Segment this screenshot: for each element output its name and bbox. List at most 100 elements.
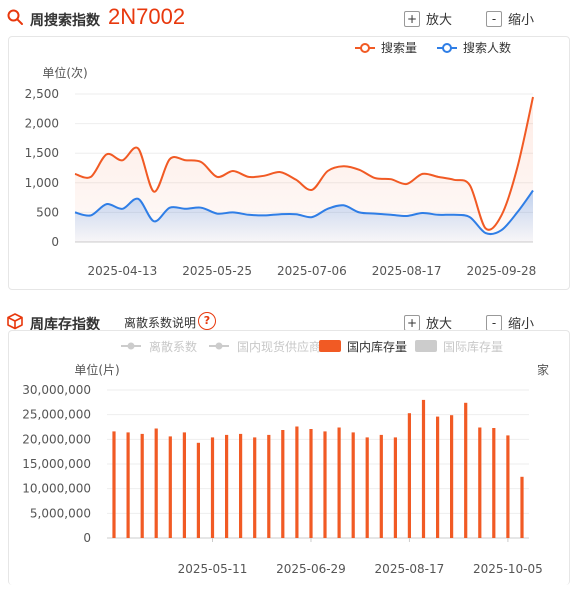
data-point[interactable] xyxy=(290,174,302,186)
data-point[interactable] xyxy=(385,209,397,221)
data-point[interactable] xyxy=(148,186,160,198)
data-point[interactable] xyxy=(464,179,476,191)
data-point[interactable] xyxy=(464,211,476,223)
data-point[interactable] xyxy=(274,166,286,178)
data-point[interactable] xyxy=(259,209,271,221)
data-point[interactable] xyxy=(132,142,144,154)
bar[interactable] xyxy=(253,437,257,538)
data-point[interactable] xyxy=(448,174,460,186)
bar[interactable] xyxy=(323,431,327,538)
legend-item[interactable]: 离散系数 xyxy=(121,339,197,354)
bar[interactable] xyxy=(295,426,299,539)
zoom-in-button[interactable]: + 放大 xyxy=(404,312,452,332)
data-point[interactable] xyxy=(527,184,539,196)
bar[interactable] xyxy=(337,427,341,539)
data-point[interactable] xyxy=(353,164,365,176)
data-point[interactable] xyxy=(401,210,413,222)
bar[interactable] xyxy=(267,434,271,538)
data-point[interactable] xyxy=(227,206,239,218)
data-point[interactable] xyxy=(369,172,381,184)
bar[interactable] xyxy=(126,432,130,538)
data-point[interactable] xyxy=(337,160,349,172)
data-point[interactable] xyxy=(164,202,176,214)
data-point[interactable] xyxy=(480,227,492,239)
bar[interactable] xyxy=(393,437,397,538)
data-point[interactable] xyxy=(511,162,523,174)
data-point[interactable] xyxy=(164,153,176,165)
bar[interactable] xyxy=(421,399,426,538)
bar[interactable] xyxy=(239,433,243,538)
data-point[interactable] xyxy=(180,203,192,215)
data-point[interactable] xyxy=(132,193,144,205)
data-point[interactable] xyxy=(448,209,460,221)
data-point[interactable] xyxy=(432,171,444,183)
data-point[interactable] xyxy=(101,198,113,210)
data-point[interactable] xyxy=(211,208,223,220)
bar[interactable] xyxy=(225,434,229,538)
data-point[interactable] xyxy=(495,224,507,236)
data-point[interactable] xyxy=(195,156,207,168)
bar[interactable] xyxy=(492,428,496,538)
data-point[interactable] xyxy=(369,208,381,220)
data-point[interactable] xyxy=(322,165,334,177)
bar[interactable] xyxy=(140,433,144,538)
data-point[interactable] xyxy=(227,165,239,177)
bar[interactable] xyxy=(112,431,116,538)
data-point[interactable] xyxy=(385,173,397,185)
data-point[interactable] xyxy=(116,154,128,166)
bar[interactable] xyxy=(196,442,200,538)
legend-item[interactable]: 国内库存量 xyxy=(319,339,407,354)
data-point[interactable] xyxy=(416,207,428,219)
data-point[interactable] xyxy=(180,154,192,166)
data-point[interactable] xyxy=(401,178,413,190)
bar[interactable] xyxy=(168,436,172,538)
data-point[interactable] xyxy=(195,202,207,214)
data-point[interactable] xyxy=(85,209,97,221)
zoom-in-button[interactable]: + 放大 xyxy=(404,8,452,28)
data-point[interactable] xyxy=(69,206,81,218)
data-point[interactable] xyxy=(274,208,286,220)
bar[interactable] xyxy=(182,432,186,538)
bar[interactable] xyxy=(210,437,215,538)
data-point[interactable] xyxy=(416,168,428,180)
bar[interactable] xyxy=(379,434,383,538)
bar[interactable] xyxy=(154,428,158,539)
data-point[interactable] xyxy=(495,209,507,221)
bar[interactable] xyxy=(365,437,369,538)
legend-item[interactable]: 国内现货供应商 xyxy=(209,339,321,354)
data-point[interactable] xyxy=(432,209,444,221)
bar[interactable] xyxy=(309,429,313,538)
help-icon[interactable]: ? xyxy=(198,312,216,330)
data-point[interactable] xyxy=(527,91,539,103)
data-point[interactable] xyxy=(101,148,113,160)
data-point[interactable] xyxy=(353,206,365,218)
legend-item[interactable]: 搜索量 xyxy=(355,40,417,55)
bar[interactable] xyxy=(506,435,510,538)
data-point[interactable] xyxy=(337,199,349,211)
data-point[interactable] xyxy=(85,171,97,183)
data-point[interactable] xyxy=(243,209,255,221)
bar[interactable] xyxy=(520,476,524,538)
data-point[interactable] xyxy=(243,171,255,183)
zoom-out-button[interactable]: - 缩小 xyxy=(486,312,534,332)
bar[interactable] xyxy=(407,413,411,538)
data-point[interactable] xyxy=(290,208,302,220)
data-point[interactable] xyxy=(148,215,160,227)
data-point[interactable] xyxy=(211,171,223,183)
data-point[interactable] xyxy=(69,168,81,180)
bar[interactable] xyxy=(281,430,285,538)
data-point[interactable] xyxy=(322,203,334,215)
data-point[interactable] xyxy=(511,206,523,218)
bar[interactable] xyxy=(436,416,440,538)
zoom-out-button[interactable]: - 缩小 xyxy=(486,8,534,28)
bar[interactable] xyxy=(478,427,482,539)
data-point[interactable] xyxy=(306,211,318,223)
data-point[interactable] xyxy=(306,184,318,196)
data-point[interactable] xyxy=(116,203,128,215)
bar[interactable] xyxy=(450,415,454,538)
bar[interactable] xyxy=(351,432,355,538)
legend-item[interactable]: 国际库存量 xyxy=(415,339,503,354)
legend-item[interactable]: 搜索人数 xyxy=(437,40,511,55)
data-point[interactable] xyxy=(259,170,271,182)
bar[interactable] xyxy=(464,402,468,538)
